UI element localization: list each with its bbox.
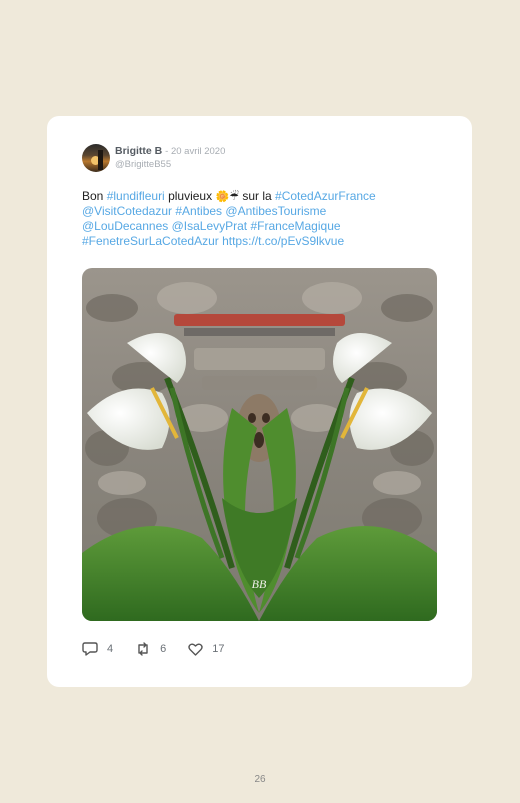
text-segment: Bon xyxy=(82,189,107,203)
hashtag-link[interactable]: #Antibes xyxy=(175,204,222,218)
tweet-date[interactable]: - 20 avril 2020 xyxy=(165,146,225,157)
retweet-button[interactable]: 6 xyxy=(135,642,166,656)
hashtag-link[interactable]: #FenetreSurLaCotedAzur xyxy=(82,234,219,248)
hashtag-link[interactable]: #CotedAzurFrance xyxy=(275,189,376,203)
retweet-count: 6 xyxy=(160,643,167,655)
reply-button[interactable]: 4 xyxy=(82,642,113,656)
tweet-actions: 4 6 17 xyxy=(82,642,247,656)
author-line: Brigitte B - 20 avril 2020 xyxy=(115,145,225,158)
author-meta: Brigitte B - 20 avril 2020 @BrigitteB55 xyxy=(115,145,225,171)
hashtag-link[interactable]: #lundifleuri xyxy=(107,189,165,203)
heart-icon xyxy=(188,643,203,656)
reply-count: 4 xyxy=(107,643,114,655)
like-count: 17 xyxy=(212,643,225,655)
mention-link[interactable]: @VisitCotedazur xyxy=(82,204,172,218)
mention-link[interactable]: @LouDecannes xyxy=(82,219,168,233)
image-signature: BB xyxy=(252,577,267,591)
mention-link[interactable]: @AntibesTourisme xyxy=(225,204,326,218)
tweet-header: Brigitte B - 20 avril 2020 @BrigitteB55 xyxy=(82,144,225,172)
author-name[interactable]: Brigitte B xyxy=(115,145,162,157)
tweet-image[interactable]: BB xyxy=(82,268,437,621)
speech-bubble-icon xyxy=(82,642,98,656)
text-segment: pluvieux xyxy=(164,189,216,203)
hashtag-link[interactable]: #FranceMagique xyxy=(250,219,340,233)
page-number: 26 xyxy=(254,774,266,785)
mention-link[interactable]: @IsaLevyPrat xyxy=(172,219,248,233)
url-link[interactable]: https://t.co/pEvS9lkvue xyxy=(222,234,344,248)
avatar-tower xyxy=(98,150,103,170)
author-handle[interactable]: @BrigitteB55 xyxy=(115,158,225,171)
calla-lily-mirror-image: BB xyxy=(82,268,437,621)
avatar[interactable] xyxy=(82,144,110,172)
flower-umbrella-emoji: 🌼☔ xyxy=(215,190,239,203)
like-button[interactable]: 17 xyxy=(188,643,225,656)
retweet-icon xyxy=(138,642,148,656)
tweet-card: Brigitte B - 20 avril 2020 @BrigitteB55 … xyxy=(47,116,472,687)
tweet-text: Bon #lundifleuri pluvieux 🌼☔ sur la #Cot… xyxy=(82,189,442,249)
text-segment: sur la xyxy=(239,189,276,203)
